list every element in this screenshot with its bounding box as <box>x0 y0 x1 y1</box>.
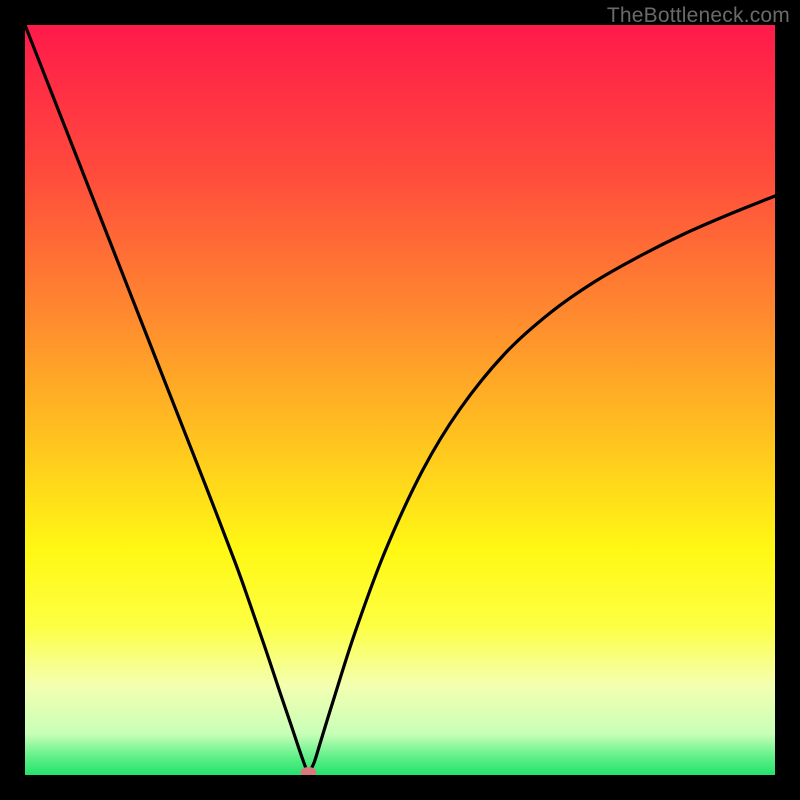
chart-background <box>25 25 775 775</box>
watermark-text: TheBottleneck.com <box>607 4 790 28</box>
chart-frame <box>25 25 775 775</box>
chart-svg <box>25 25 775 775</box>
